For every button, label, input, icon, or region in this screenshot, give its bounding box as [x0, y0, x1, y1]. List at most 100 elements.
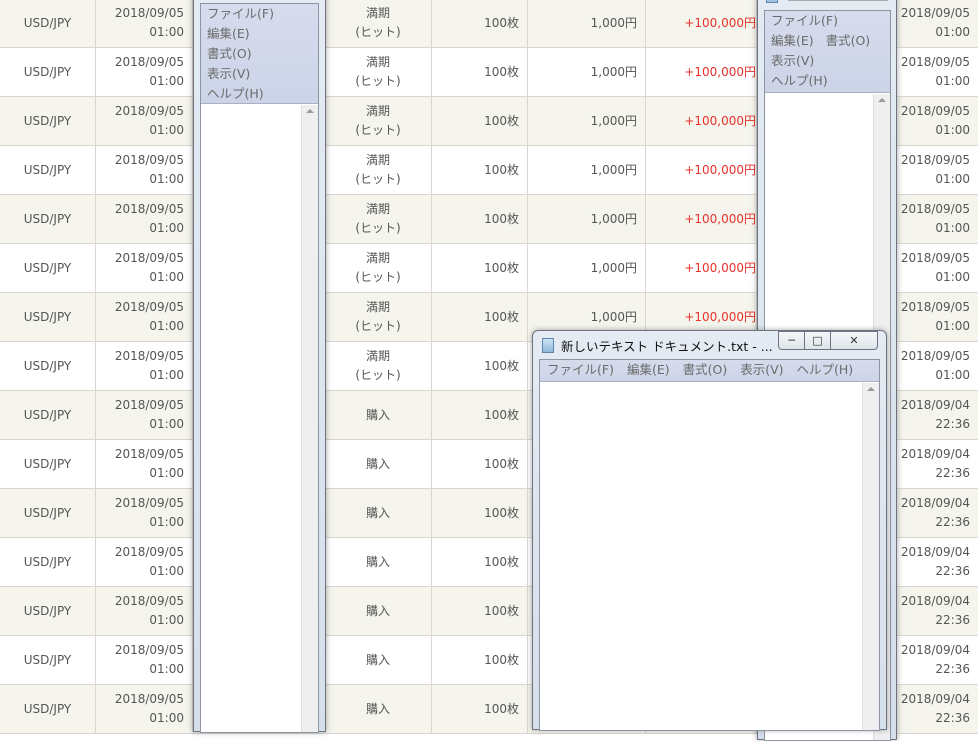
date-cell-right-text: 2018/09/04 [900, 447, 970, 461]
quantity-cell-text: 100枚 [484, 260, 519, 275]
trade-type-cell: 満期 (ヒット) [325, 293, 432, 341]
date-cell-text: 01:00 [149, 662, 184, 676]
date-cell-right: 2018/09/05 01:00 [890, 195, 978, 243]
date-cell-text: 01:00 [149, 123, 184, 137]
trade-type-cell-text: 購入 [365, 456, 390, 471]
date-cell: 2018/09/05 01:00 [96, 195, 193, 243]
menu-view[interactable]: 表示(V) [207, 66, 250, 81]
currency-pair-cell: USD/JPY [0, 293, 96, 341]
text-area[interactable] [540, 383, 879, 730]
date-cell-right-text: 2018/09/05 [900, 6, 970, 20]
date-cell-right-text: 2018/09/04 [900, 692, 970, 706]
date-cell-text: 01:00 [149, 368, 184, 382]
title-bar-field [788, 0, 888, 1]
menu-view[interactable]: 表示(V) [740, 360, 783, 381]
vertical-scrollbar[interactable] [862, 383, 879, 730]
menu-edit[interactable]: 編集(E) [771, 33, 814, 48]
date-cell-right: 2018/09/04 22:36 [890, 636, 978, 684]
maximize-button[interactable]: □ [804, 331, 831, 350]
menu-view[interactable]: 表示(V) [771, 53, 814, 68]
date-cell-text: 01:00 [149, 221, 184, 235]
currency-pair-cell: USD/JPY [0, 489, 96, 537]
quantity-cell: 100枚 [432, 146, 528, 194]
menu-file[interactable]: ファイル(F) [771, 13, 838, 28]
date-cell-right-text: 01:00 [935, 368, 970, 382]
menu-file[interactable]: ファイル(F) [547, 360, 614, 381]
scroll-up-arrow-icon[interactable] [878, 98, 886, 102]
currency-pair-cell-text: USD/JPY [23, 211, 72, 226]
price-cell: 1,000円 [528, 244, 646, 292]
date-cell: 2018/09/05 01:00 [96, 146, 193, 194]
trade-type-cell-text: 満期 [365, 202, 390, 216]
date-cell-text: 2018/09/05 [114, 692, 184, 706]
quantity-cell: 100枚 [432, 97, 528, 145]
date-cell-text: 2018/09/05 [114, 153, 184, 167]
price-cell-text: 1,000円 [590, 162, 637, 177]
profit-cell: +100,000円 [646, 0, 757, 47]
currency-pair-cell: USD/JPY [0, 342, 96, 390]
close-button[interactable]: ✕ [830, 331, 878, 350]
quantity-cell-text: 100枚 [484, 603, 519, 618]
quantity-cell-text: 100枚 [484, 15, 519, 30]
date-cell-right-text: 22:36 [935, 466, 970, 480]
currency-pair-cell-text: USD/JPY [23, 554, 72, 569]
menu-format[interactable]: 書式(O) [207, 46, 252, 61]
price-cell-text: 1,000円 [590, 309, 637, 324]
currency-pair-cell: USD/JPY [0, 636, 96, 684]
date-cell-right-text: 2018/09/05 [900, 349, 970, 363]
date-cell-text: 2018/09/05 [114, 496, 184, 510]
menu-format[interactable]: 書式(O) [826, 33, 871, 48]
trade-type-cell: 購入 [325, 636, 432, 684]
quantity-cell: 100枚 [432, 489, 528, 537]
menu-help[interactable]: ヘルプ(H) [771, 73, 828, 88]
menu-file[interactable]: ファイル(F) [207, 6, 274, 21]
date-cell: 2018/09/05 01:00 [96, 293, 193, 341]
notepad-window-left[interactable]: ファイル(F) 編集(E) 書式(O) 表示(V) ヘルプ(H) [193, 0, 326, 733]
menu-help[interactable]: ヘルプ(H) [207, 86, 264, 101]
profit-cell: +100,000円 [646, 146, 757, 194]
quantity-cell: 100枚 [432, 293, 528, 341]
scroll-up-arrow-icon[interactable] [867, 387, 875, 391]
date-cell-right: 2018/09/04 22:36 [890, 391, 978, 439]
minimize-button[interactable]: ─ [778, 331, 805, 350]
date-cell-text: 2018/09/05 [114, 349, 184, 363]
trade-type-cell: 満期 (ヒット) [325, 195, 432, 243]
date-cell: 2018/09/05 01:00 [96, 489, 193, 537]
trade-type-cell-text: (ヒット) [355, 319, 401, 333]
trade-type-cell: 満期 (ヒット) [325, 48, 432, 96]
price-cell: 1,000円 [528, 195, 646, 243]
quantity-cell-text: 100枚 [484, 113, 519, 128]
currency-pair-cell: USD/JPY [0, 685, 96, 733]
profit-cell: +100,000円 [646, 48, 757, 96]
quantity-cell: 100枚 [432, 587, 528, 635]
menu-help[interactable]: ヘルプ(H) [797, 360, 854, 381]
menu-format[interactable]: 書式(O) [683, 360, 728, 381]
trade-type-cell: 購入 [325, 440, 432, 488]
quantity-cell: 100枚 [432, 342, 528, 390]
trade-type-cell: 満期 (ヒット) [325, 342, 432, 390]
date-cell-text: 2018/09/05 [114, 447, 184, 461]
trade-type-cell: 満期 (ヒット) [325, 244, 432, 292]
date-cell-right: 2018/09/05 01:00 [890, 342, 978, 390]
date-cell-right-text: 22:36 [935, 515, 970, 529]
text-area[interactable] [201, 105, 318, 732]
vertical-scrollbar[interactable] [301, 105, 318, 732]
date-cell-right-text: 22:36 [935, 613, 970, 627]
window-title: 新しいテキスト ドキュメント.txt - ... [561, 339, 773, 354]
menu-edit[interactable]: 編集(E) [627, 360, 670, 381]
date-cell-right: 2018/09/04 22:36 [890, 440, 978, 488]
date-cell: 2018/09/05 01:00 [96, 342, 193, 390]
trade-type-cell: 満期 (ヒット) [325, 97, 432, 145]
scroll-up-arrow-icon[interactable] [306, 109, 314, 113]
profit-cell-text: +100,000円 [684, 309, 756, 324]
trade-type-cell-text: 満期 [365, 300, 390, 314]
date-cell-text: 2018/09/05 [114, 545, 184, 559]
trade-type-cell-text: 購入 [365, 505, 390, 520]
trade-type-cell-text: 購入 [365, 554, 390, 569]
menu-edit[interactable]: 編集(E) [207, 26, 250, 41]
date-cell-text: 2018/09/05 [114, 300, 184, 314]
notepad-window-main[interactable]: 新しいテキスト ドキュメント.txt - ... ─ □ ✕ ファイル(F) 編… [532, 330, 887, 731]
quantity-cell-text: 100枚 [484, 162, 519, 177]
quantity-cell-text: 100枚 [484, 701, 519, 716]
currency-pair-cell: USD/JPY [0, 195, 96, 243]
